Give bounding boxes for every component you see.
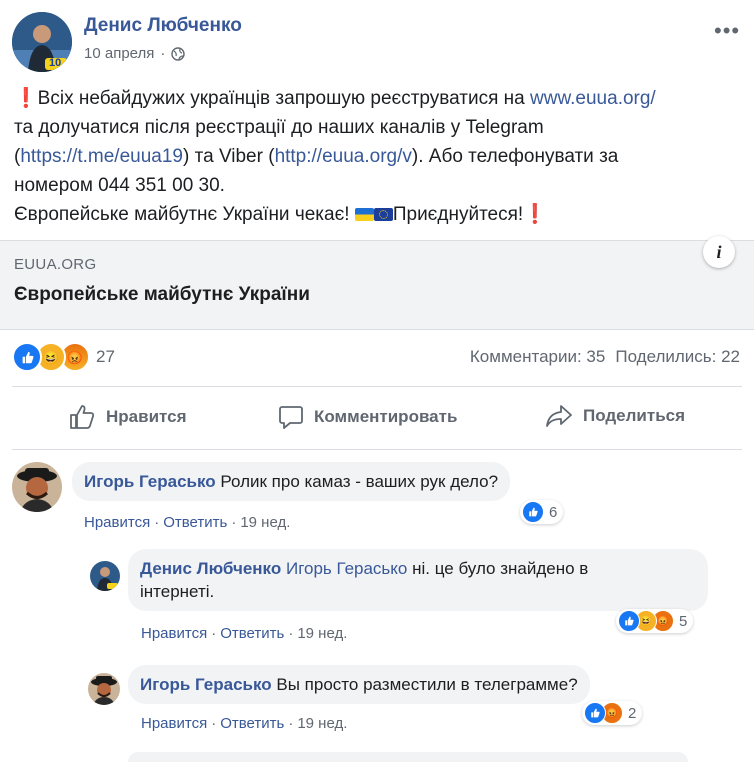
exclamation-icon: ❗: [523, 204, 547, 225]
comment-text: інтернеті.: [140, 582, 215, 601]
comment-bubble: Игорь Герасько Вы просто разместили в те…: [128, 665, 590, 704]
like-reaction-icon: [584, 702, 606, 724]
commenter-avatar[interactable]: [88, 673, 120, 705]
reactions-summary[interactable]: 😆 😡 27: [12, 342, 115, 372]
reply-author-avatar[interactable]: [90, 561, 120, 591]
comment-time[interactable]: 19 нед.: [297, 715, 347, 732]
share-arrow-icon: [546, 405, 572, 427]
divider: [12, 449, 742, 450]
ukraine-flag-icon: [354, 208, 374, 221]
post-date[interactable]: 10 апреля: [84, 45, 154, 62]
more-options-icon[interactable]: •••: [714, 18, 740, 44]
comment-reactions[interactable]: 😆 😡 5: [616, 609, 694, 633]
meta-separator: ·: [160, 45, 166, 62]
comment-text: ні. це було знайдено в: [407, 559, 589, 578]
link-preview-title[interactable]: Європейське майбутнє України: [14, 284, 310, 306]
comment-time[interactable]: 19 нед.: [297, 625, 347, 642]
divider: [12, 386, 742, 387]
commenter-avatar[interactable]: [12, 462, 62, 512]
comment-text: Вы просто разместили в телеграмме?: [276, 675, 578, 694]
reaction-count: 5: [679, 612, 688, 630]
comment-actions: Нравится · Ответить · 19 нед.: [84, 514, 291, 531]
comment-reactions[interactable]: 😡 2: [582, 701, 643, 725]
link-euua[interactable]: www.euua.org/: [530, 88, 656, 109]
comment-bubble-icon: [279, 406, 303, 429]
like-reaction-icon: [522, 501, 544, 523]
like-reaction-icon: [12, 342, 42, 372]
comment-bubble: Игорь Герасько Ролик про камаз - ваших р…: [72, 462, 511, 501]
reaction-count: 6: [549, 503, 558, 521]
globe-icon: [171, 46, 186, 61]
avatar-badge: 10: [49, 57, 62, 69]
comments-count[interactable]: Комментарии: 35: [470, 347, 605, 366]
exclamation-icon: ❗: [14, 88, 38, 109]
comment-reply-link[interactable]: Ответить: [220, 625, 284, 642]
comment-like-link[interactable]: Нравится: [141, 715, 207, 732]
post-text: ❗Всіх небайдужих українців запрошую реєс…: [14, 88, 656, 225]
comment-bubble: Денис Любченко Игорь Герасько ні. це бул…: [128, 549, 708, 611]
share-button[interactable]: Поделиться: [545, 404, 685, 428]
comment-actions: Нравится · Ответить · 19 нед.: [141, 715, 348, 732]
like-reaction-icon: [618, 610, 640, 632]
reaction-count: 2: [628, 704, 637, 722]
post-stats: Комментарии: 35 Поделились: 22: [470, 347, 740, 367]
eu-flag-icon: [373, 208, 393, 221]
info-icon[interactable]: i: [703, 236, 735, 268]
comment-reply-link[interactable]: Ответить: [220, 715, 284, 732]
post-meta: 10 апреля ·: [84, 45, 186, 62]
comment-actions: Нравится · Ответить · 19 нед.: [141, 625, 348, 642]
link-telegram[interactable]: https://t.me/euua19: [20, 146, 183, 167]
link-preview-domain: EUUA.ORG: [14, 256, 97, 273]
thumbs-up-icon: [70, 405, 95, 429]
comment-author[interactable]: Игорь Герасько: [140, 675, 272, 694]
comment-like-link[interactable]: Нравится: [141, 625, 207, 642]
comment-reply-link[interactable]: Ответить: [163, 514, 227, 531]
shares-count[interactable]: Поделились: 22: [615, 347, 740, 366]
comment-reactions[interactable]: 6: [520, 500, 564, 524]
comment-author[interactable]: Денис Любченко: [140, 559, 281, 578]
author-avatar[interactable]: 10: [12, 12, 72, 72]
reaction-count[interactable]: 27: [96, 347, 115, 367]
comment-button[interactable]: Комментировать: [278, 404, 457, 430]
comment-author[interactable]: Игорь Герасько: [84, 472, 216, 491]
comment-time[interactable]: 19 нед.: [240, 514, 290, 531]
comment-mention[interactable]: Игорь Герасько: [286, 559, 407, 578]
comment-like-link[interactable]: Нравится: [84, 514, 150, 531]
comment-text: Ролик про камаз - ваших рук дело?: [220, 472, 499, 491]
post-author-name[interactable]: Денис Любченко: [84, 15, 242, 37]
like-button[interactable]: Нравится: [68, 404, 187, 430]
comment-bubble: [128, 752, 688, 762]
link-viber[interactable]: http://euua.org/v: [275, 146, 412, 167]
